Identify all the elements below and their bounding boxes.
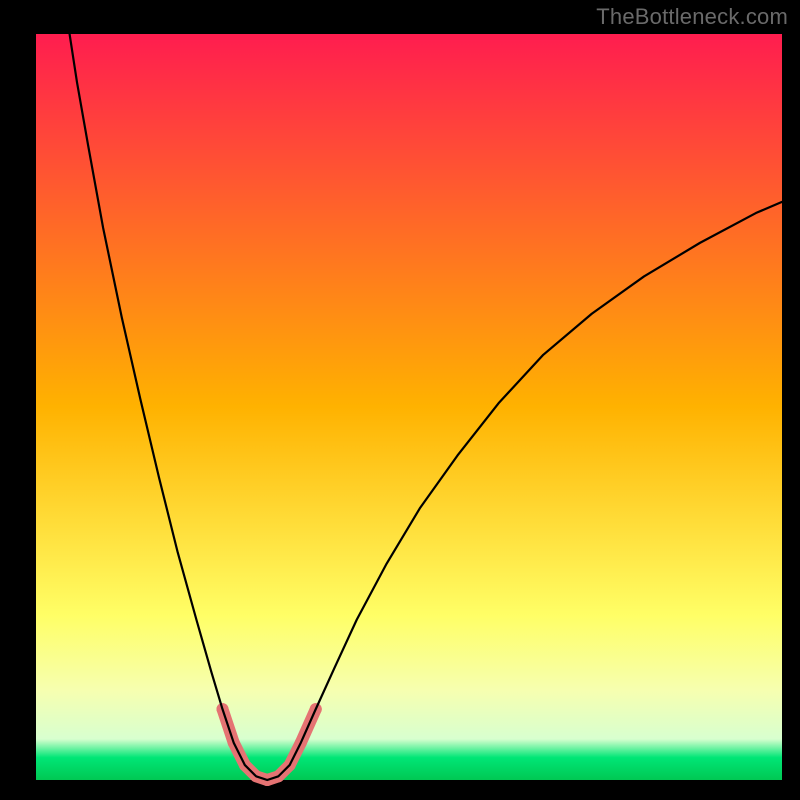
bottleneck-chart xyxy=(0,0,800,800)
watermark-text: TheBottleneck.com xyxy=(596,4,788,30)
plot-background xyxy=(36,34,782,780)
chart-stage: TheBottleneck.com xyxy=(0,0,800,800)
